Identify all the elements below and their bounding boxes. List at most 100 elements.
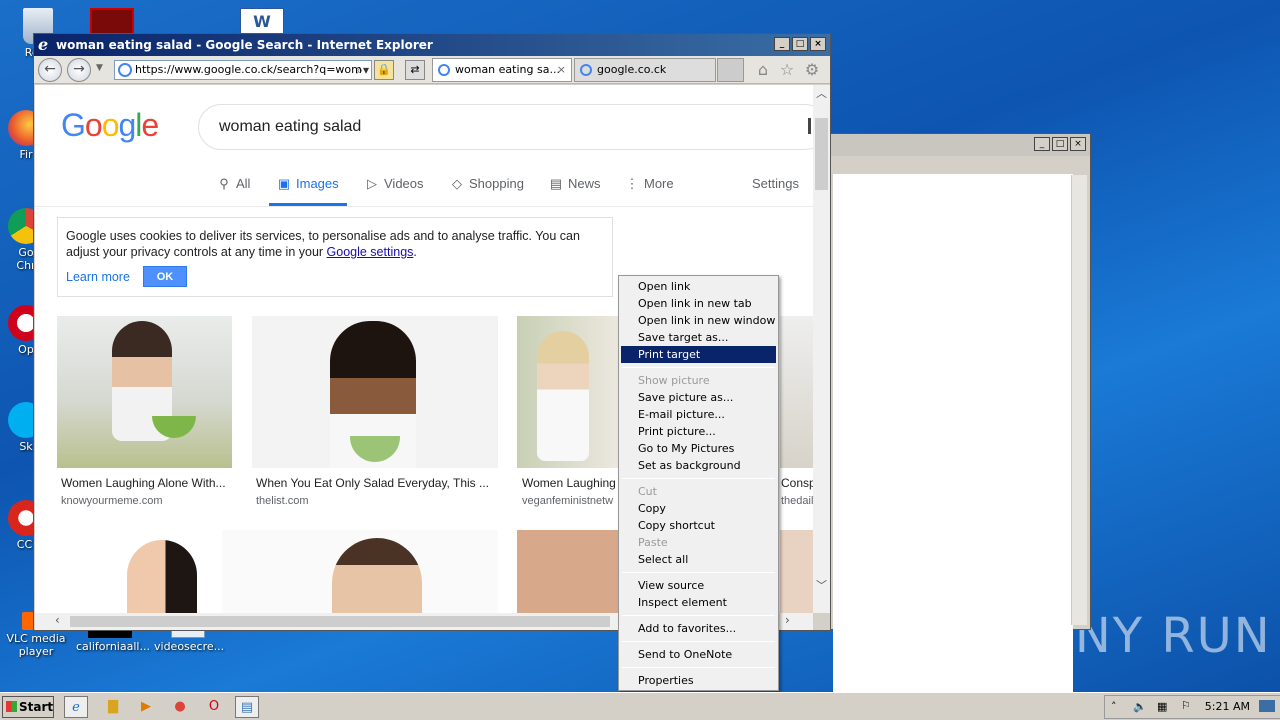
- image-result-thumbnail[interactable]: [780, 316, 813, 468]
- image-subject: [332, 538, 422, 613]
- media-player-taskbar-icon[interactable]: ▶: [134, 696, 158, 718]
- menu-item-print-picture[interactable]: Print picture...: [621, 423, 776, 440]
- network-icon[interactable]: ▦: [1157, 700, 1167, 713]
- notepad-taskbar-icon[interactable]: ▤: [235, 696, 259, 718]
- acrobat-desktop-icon[interactable]: [90, 8, 134, 36]
- favorites-star-icon[interactable]: ☆: [778, 61, 796, 79]
- tab-more[interactable]: ⋮ More: [625, 176, 674, 192]
- close-tab-icon[interactable]: ×: [557, 59, 566, 81]
- result-caption[interactable]: Consp: [781, 476, 813, 490]
- opera-taskbar-icon[interactable]: O: [202, 696, 226, 718]
- menu-item-save-picture-as[interactable]: Save picture as...: [621, 389, 776, 406]
- start-button[interactable]: Start: [2, 696, 54, 718]
- maximize-button[interactable]: □: [1052, 137, 1068, 151]
- ie-taskbar-icon[interactable]: e: [64, 696, 88, 718]
- tab-all[interactable]: ⚲ All: [217, 176, 250, 192]
- scroll-right-icon[interactable]: ›: [785, 613, 790, 627]
- image-result-thumbnail[interactable]: [57, 530, 202, 613]
- flag-icon[interactable]: ⚐: [1181, 699, 1191, 712]
- google-settings-link[interactable]: Google settings: [327, 245, 414, 259]
- maximize-button[interactable]: □: [792, 37, 808, 51]
- menu-item-select-all[interactable]: Select all: [621, 551, 776, 568]
- tab-images[interactable]: ▣ Images: [269, 176, 347, 206]
- minimize-button[interactable]: _: [1034, 137, 1050, 151]
- tab-label: woman eating sa...: [455, 63, 560, 76]
- desktop-icon-label: Fir: [19, 148, 33, 161]
- image-result-thumbnail[interactable]: [517, 530, 619, 613]
- desktop-icon-label: Sk: [19, 440, 33, 453]
- menu-item-email-picture[interactable]: E-mail picture...: [621, 406, 776, 423]
- settings-gear-icon[interactable]: ⚙: [803, 61, 821, 79]
- close-button[interactable]: ×: [1070, 137, 1086, 151]
- vertical-scrollbar[interactable]: ︿ ﹀: [813, 85, 830, 613]
- menu-item-copy[interactable]: Copy: [621, 500, 776, 517]
- result-caption[interactable]: Women Laughing: [522, 476, 622, 490]
- scroll-up-icon[interactable]: ︿: [816, 85, 827, 101]
- lock-icon[interactable]: 🔒: [374, 60, 394, 80]
- close-button[interactable]: ×: [810, 37, 826, 51]
- search-input[interactable]: woman eating salad: [198, 104, 813, 150]
- context-menu: Open link Open link in new tab Open link…: [618, 275, 779, 691]
- menu-item-send-to-onenote[interactable]: Send to OneNote: [621, 646, 776, 663]
- chrome-taskbar-icon[interactable]: ●: [168, 696, 192, 718]
- tab-shopping[interactable]: ◇ Shopping: [450, 176, 524, 192]
- minimize-button[interactable]: _: [774, 37, 790, 51]
- menu-item-set-as-background[interactable]: Set as background: [621, 457, 776, 474]
- learn-more-link[interactable]: Learn more: [66, 269, 130, 285]
- image-result-thumbnail[interactable]: [252, 316, 498, 468]
- google-favicon-icon: [438, 64, 450, 76]
- back-button[interactable]: ←: [38, 58, 62, 82]
- google-favicon-icon: [118, 63, 132, 77]
- forward-button[interactable]: →: [67, 58, 91, 82]
- result-source: thelist.com: [256, 495, 309, 507]
- tab-settings[interactable]: Settings: [752, 176, 799, 191]
- google-logo[interactable]: Google: [61, 107, 159, 144]
- menu-item-inspect-element[interactable]: Inspect element: [621, 594, 776, 611]
- image-result-thumbnail[interactable]: [780, 530, 813, 613]
- folder-taskbar-icon[interactable]: ▇: [101, 696, 125, 718]
- address-text: https://www.google.co.ck/search?q=wom: [135, 63, 362, 76]
- tab-all-label: All: [236, 176, 251, 191]
- volume-icon[interactable]: 🔈: [1133, 700, 1147, 713]
- word-desktop-icon[interactable]: W: [240, 8, 284, 36]
- search-icon[interactable]: ⌕▾: [356, 61, 369, 79]
- cookie-ok-button[interactable]: OK: [143, 266, 187, 287]
- show-desktop-icon[interactable]: [1259, 700, 1275, 712]
- refresh-button[interactable]: ⇄: [405, 60, 425, 80]
- tab-news[interactable]: ▤ News: [549, 176, 601, 192]
- tab-videos[interactable]: ▷ Videos: [365, 176, 424, 192]
- menu-item-go-to-my-pictures[interactable]: Go to My Pictures: [621, 440, 776, 457]
- scroll-down-icon[interactable]: ﹀: [816, 577, 827, 593]
- result-caption[interactable]: Women Laughing Alone With...: [61, 476, 231, 490]
- desktop-icon-label: VLC media player: [6, 632, 66, 658]
- history-dropdown-icon[interactable]: ▼: [96, 63, 103, 73]
- address-bar[interactable]: https://www.google.co.ck/search?q=wom ⌕▾: [114, 60, 372, 80]
- new-tab-button[interactable]: [717, 58, 744, 82]
- cookie-text-end: .: [413, 245, 417, 259]
- tab-settings-label: Settings: [752, 176, 799, 191]
- menu-item-properties[interactable]: Properties: [621, 672, 776, 689]
- tab-google[interactable]: google.co.ck: [574, 58, 716, 82]
- scroll-thumb[interactable]: [815, 118, 828, 190]
- menu-item-open-link-new-window[interactable]: Open link in new window: [621, 312, 776, 329]
- image-result-thumbnail[interactable]: [222, 530, 498, 613]
- background-window-scrollbar[interactable]: [1071, 175, 1087, 625]
- menu-item-view-source[interactable]: View source: [621, 577, 776, 594]
- menu-item-paste: Paste: [638, 536, 668, 549]
- menu-item-add-to-favorites[interactable]: Add to favorites...: [621, 620, 776, 637]
- menu-item-copy-shortcut[interactable]: Copy shortcut: [621, 517, 776, 534]
- scroll-left-icon[interactable]: ‹: [55, 613, 60, 627]
- image-result-thumbnail[interactable]: [517, 316, 619, 468]
- image-result-thumbnail[interactable]: [57, 316, 232, 468]
- result-caption[interactable]: When You Eat Only Salad Everyday, This .…: [256, 476, 496, 490]
- menu-item-open-link-new-tab[interactable]: Open link in new tab: [621, 295, 776, 312]
- menu-item-open-link[interactable]: Open link: [621, 278, 776, 295]
- scroll-thumb[interactable]: [70, 616, 610, 627]
- menu-item-show-picture: Show picture: [638, 374, 710, 387]
- tab-search[interactable]: woman eating sa... ×: [432, 58, 572, 82]
- menu-item-save-target-as[interactable]: Save target as...: [621, 329, 776, 346]
- clock[interactable]: 5:21 AM: [1205, 700, 1250, 713]
- home-icon[interactable]: ⌂: [754, 61, 772, 79]
- tray-expand-icon[interactable]: ˄: [1111, 700, 1117, 713]
- menu-item-print-target[interactable]: Print target: [621, 346, 776, 363]
